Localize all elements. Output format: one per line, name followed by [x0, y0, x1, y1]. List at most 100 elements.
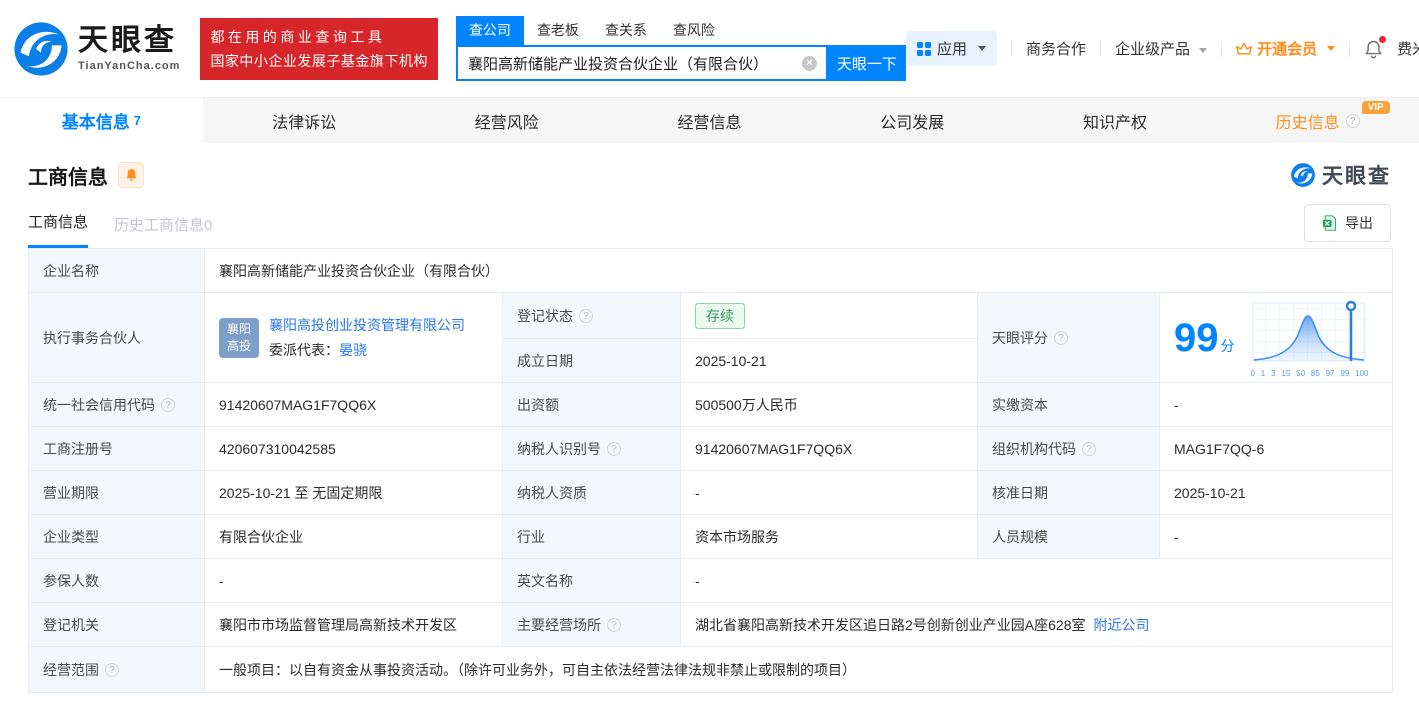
tab-company-development[interactable]: 公司发展 [811, 98, 1014, 143]
search-tab-boss[interactable]: 查老板 [524, 16, 592, 45]
search-tab-company[interactable]: 查公司 [455, 16, 524, 45]
status-badge: 存续 [695, 302, 745, 329]
help-icon[interactable] [1082, 441, 1096, 456]
open-vip-button[interactable]: 开通会员 [1236, 38, 1336, 59]
nav-cooperation[interactable]: 商务合作 [1026, 38, 1086, 59]
promo-line1: 都在用的商业查询工具 [210, 28, 386, 45]
field-label: 行业 [503, 515, 681, 558]
tab-business-info[interactable]: 经营信息 [608, 98, 811, 143]
tab-label: 基本信息 [61, 113, 130, 132]
subtab-row: 工商信息 历史工商信息0 导出 [0, 190, 1419, 248]
representative-link[interactable]: 晏骁 [339, 342, 367, 358]
business-address-cell: 湖北省襄阳高新技术开发区追日路2号创新创业产业园A座628室 附近公司 [681, 603, 1392, 646]
score-tick: 50 [1296, 369, 1306, 378]
taxpayer-id-value: 91420607MAG1F7QQ6X [681, 427, 978, 470]
help-icon[interactable] [579, 308, 593, 323]
apps-menu-button[interactable]: 应用 [905, 31, 997, 66]
score-tick: 99 [1340, 369, 1350, 378]
tab-legal-proceedings[interactable]: 法律诉讼 [203, 98, 406, 143]
section-title: 工商信息 [28, 166, 108, 189]
paid-capital-value: - [1174, 396, 1179, 413]
export-button[interactable]: 导出 [1304, 204, 1391, 242]
notification-dot [1379, 35, 1387, 43]
search-tab-relation[interactable]: 查关系 [592, 16, 660, 45]
help-icon[interactable] [607, 441, 621, 456]
insured-count-value: - [205, 559, 503, 602]
help-icon[interactable] [105, 662, 119, 677]
field-label: 天眼评分 [978, 293, 1160, 382]
field-label: 参保人数 [29, 559, 205, 602]
partner-avatar[interactable]: 襄阳 高投 [219, 317, 259, 358]
tab-label: 经营风险 [474, 114, 539, 132]
score-tick: 15 [1281, 369, 1291, 378]
score-distribution-chart: 0 1 3 15 50 85 97 99 100 [1251, 297, 1371, 378]
notifications-bell-icon[interactable] [1364, 35, 1387, 59]
search-tab-risk[interactable]: 查风险 [660, 16, 728, 45]
field-label: 出资额 [503, 383, 681, 426]
help-icon[interactable] [1054, 330, 1068, 345]
field-label: 纳税人识别号 [503, 427, 681, 470]
registration-status-cell: 存续 [681, 293, 978, 338]
industry-value: 资本市场服务 [681, 515, 978, 558]
org-code-value: MAG1F7QQ-6 [1174, 440, 1265, 457]
tab-business-risk[interactable]: 经营风险 [405, 98, 608, 143]
section-header: 工商信息 天眼查 [0, 143, 1419, 190]
tianyancha-logo[interactable]: 天眼查 TianYanCha.com [12, 20, 180, 78]
tab-history-info[interactable]: VIP 历史信息 [1216, 98, 1419, 143]
business-scope-value: 一般项目：以自有资金从事投资活动。（除许可业务外，可自主依法经营法律法规非禁止或… [219, 661, 856, 678]
user-menu[interactable]: 费米 [1397, 38, 1419, 59]
tab-label: 历史信息 [1275, 114, 1340, 132]
promo-line2: 国家中小企业发展子基金旗下机构 [210, 52, 428, 69]
divider [1221, 40, 1223, 57]
search-input[interactable] [457, 47, 788, 79]
reg-number-value: 420607310042585 [205, 427, 503, 470]
apps-label: 应用 [936, 41, 967, 58]
company-name-value: 襄阳高新储能产业投资合伙企业（有限合伙） [219, 262, 499, 279]
tab-intellectual-property[interactable]: 知识产权 [1014, 98, 1217, 143]
field-label: 人员规模 [978, 515, 1160, 558]
promo-banner: 都在用的商业查询工具 国家中小企业发展子基金旗下机构 [200, 17, 438, 80]
help-icon[interactable] [161, 397, 175, 412]
establish-date-cell: 2025-10-21 [681, 338, 978, 382]
field-label: 企业名称 [29, 249, 205, 292]
chevron-down-icon [977, 46, 986, 51]
field-label: 登记状态 [503, 293, 681, 338]
tyc-score-cell: 99 分 0 1 3 15 50 85 97 99 100 [1160, 293, 1392, 382]
top-header: 天眼查 TianYanCha.com 都在用的商业查询工具 国家中小企业发展子基… [0, 0, 1419, 97]
partner-company-link[interactable]: 襄阳高投创业投资管理有限公司 [269, 315, 465, 335]
clear-search-icon[interactable] [801, 56, 817, 71]
subtab-history-business-info[interactable]: 历史工商信息0 [114, 214, 212, 248]
header-nav: 应用 商务合作 企业级产品 开通会员 费米 [905, 31, 1419, 66]
company-type-value: 有限合伙企业 [205, 515, 503, 558]
vip-badge: VIP [1361, 101, 1390, 114]
monitor-bell-icon[interactable] [118, 162, 144, 188]
tianyancha-watermark-icon [1291, 163, 1315, 187]
field-label: 成立日期 [503, 338, 681, 382]
username: 费米 [1397, 41, 1419, 58]
search-button[interactable]: 天眼一下 [827, 45, 906, 81]
nearby-companies-link[interactable]: 附近公司 [1093, 615, 1149, 635]
field-label: 英文名称 [503, 559, 681, 602]
subtab-business-info[interactable]: 工商信息 [28, 211, 89, 248]
score-tick: 97 [1325, 369, 1335, 378]
field-label: 主要经营场所 [503, 603, 681, 646]
credit-code-value: 91420607MAG1F7QQ6X [205, 383, 503, 426]
nav-enterprise-products[interactable]: 企业级产品 [1115, 38, 1208, 59]
score-value: 99 分 [1174, 315, 1235, 360]
tab-basic-info[interactable]: 基本信息 7 [0, 98, 203, 143]
table-row: 营业期限 2025-10-21 至 无固定期限 纳税人资质 - 核准日期 202… [29, 471, 1392, 515]
staff-size-value: - [1174, 528, 1179, 545]
table-row: 经营范围 一般项目：以自有资金从事投资活动。（除许可业务外，可自主依法经营法律法… [29, 647, 1392, 692]
executive-partner-cell: 襄阳 高投 襄阳高投创业投资管理有限公司 委派代表：晏骁 [205, 293, 503, 382]
help-icon[interactable] [1345, 113, 1360, 128]
table-row: 执行事务合伙人 襄阳 高投 襄阳高投创业投资管理有限公司 委派代表：晏骁 登记状… [29, 293, 1392, 383]
score-axis: 0 1 3 15 50 85 97 99 100 [1251, 369, 1369, 378]
score-tick: 3 [1271, 369, 1276, 378]
help-icon[interactable] [607, 617, 621, 632]
field-label: 统一社会信用代码 [29, 383, 205, 426]
excel-icon [1322, 215, 1337, 231]
apps-grid-icon [916, 41, 931, 56]
tab-label: 公司发展 [880, 114, 945, 132]
english-name-value: - [695, 572, 700, 589]
table-row: 工商注册号 420607310042585 纳税人识别号 91420607MAG… [29, 427, 1392, 471]
